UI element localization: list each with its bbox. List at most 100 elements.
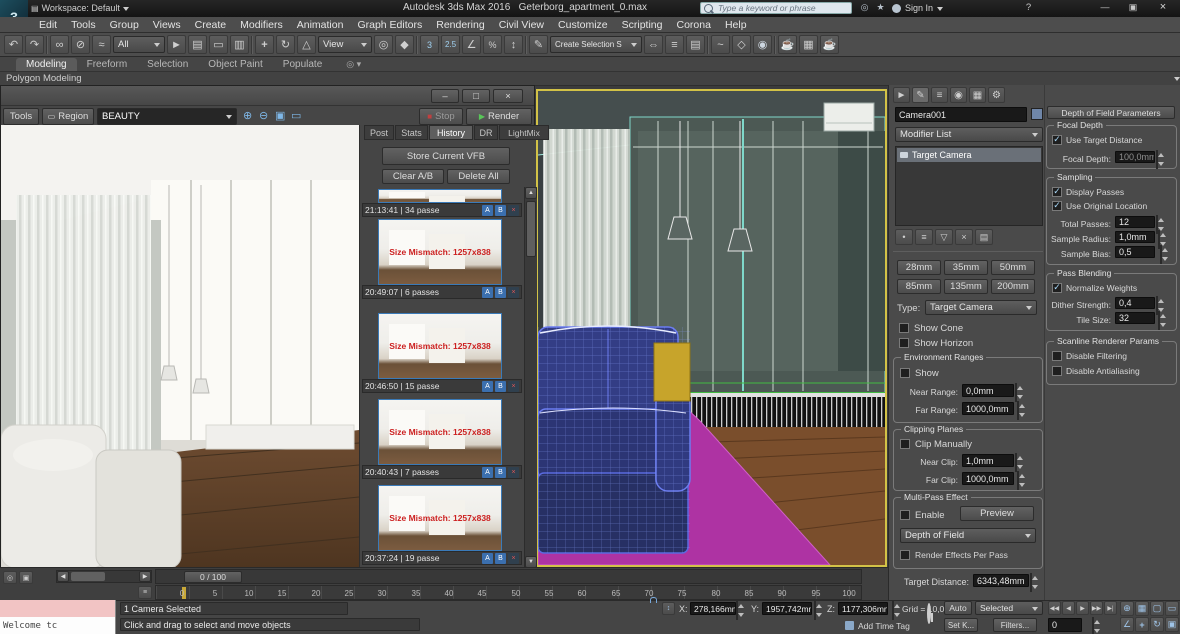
- ribbon-tab-freeform[interactable]: Freeform: [77, 58, 138, 71]
- auto-key-button[interactable]: Auto: [944, 601, 972, 615]
- normalize-weights-checkbox[interactable]: [1052, 283, 1062, 293]
- preview-button[interactable]: Preview: [960, 506, 1034, 521]
- select-and-rotate-icon[interactable]: ↻: [276, 35, 295, 54]
- time-slider-handle[interactable]: 0 / 100: [184, 571, 242, 583]
- vfb-tab-dr[interactable]: DR: [474, 125, 498, 140]
- near-range-spinner[interactable]: [1015, 383, 1017, 402]
- set-b-icon[interactable]: B: [495, 205, 506, 216]
- delete-all-button[interactable]: Delete All: [447, 169, 510, 184]
- ribbon-tab-selection[interactable]: Selection: [137, 58, 198, 71]
- play-animation-icon[interactable]: ▶: [1076, 601, 1089, 615]
- percent-snap-icon[interactable]: %: [483, 35, 502, 54]
- history-thumbnail[interactable]: Size Mismatch: 1257x838: [378, 399, 502, 465]
- show-cone-checkbox[interactable]: [899, 323, 909, 333]
- delete-history-icon[interactable]: ×: [508, 467, 519, 478]
- workspace-selector[interactable]: ▤ Workspace: Default: [31, 1, 129, 15]
- scrollbar-thumb[interactable]: [526, 201, 536, 257]
- set-b-icon[interactable]: B: [495, 381, 506, 392]
- snap-25d-icon[interactable]: 2.5: [441, 35, 460, 54]
- lens-85-button[interactable]: 85mm: [897, 279, 941, 294]
- use-original-location-checkbox[interactable]: [1052, 201, 1062, 211]
- zoom-region-icon[interactable]: ▭: [1165, 601, 1179, 616]
- scroll-right-icon[interactable]: ▶: [139, 571, 151, 582]
- select-and-link-icon[interactable]: ∞: [50, 35, 69, 54]
- remove-modifier-icon[interactable]: ×: [955, 229, 973, 245]
- disable-filtering-checkbox[interactable]: [1052, 351, 1062, 361]
- stack-item-target-camera[interactable]: Target Camera: [897, 148, 1041, 162]
- tile-size-spinner[interactable]: [1158, 311, 1160, 330]
- open-mini-curve-editor-icon[interactable]: ≡: [138, 586, 152, 599]
- far-range-spinner[interactable]: [1017, 401, 1019, 420]
- dither-strength-field[interactable]: 0,4: [1115, 297, 1155, 309]
- menu-civil-view[interactable]: Civil View: [492, 17, 551, 33]
- selection-lock-toggle-icon[interactable]: ▣: [19, 571, 33, 584]
- search-box[interactable]: [700, 2, 852, 14]
- history-thumbnail[interactable]: Size Mismatch: 1257x838: [378, 485, 502, 551]
- vfb-close-button[interactable]: ×: [493, 89, 523, 103]
- set-b-icon[interactable]: B: [495, 287, 506, 298]
- history-caption[interactable]: 20:46:50 | 15 passe A B ×: [362, 379, 522, 393]
- y-coord-field[interactable]: 1957,742mm: [762, 602, 812, 615]
- delete-history-icon[interactable]: ×: [508, 287, 519, 298]
- vfb-zoom-fit-icon[interactable]: ▭: [291, 109, 301, 122]
- modifier-stack[interactable]: Target Camera: [895, 146, 1043, 226]
- env-show-checkbox[interactable]: [900, 368, 910, 378]
- scroll-up-icon[interactable]: ▲: [525, 187, 537, 199]
- pin-stack-icon[interactable]: •: [895, 229, 913, 245]
- menu-scripting[interactable]: Scripting: [615, 17, 670, 33]
- z-coord-field[interactable]: 1177,306mm: [838, 602, 888, 615]
- far-range-field[interactable]: 1000,0mm: [962, 402, 1014, 415]
- select-by-name-icon[interactable]: ▤: [188, 35, 207, 54]
- sample-radius-field[interactable]: 1,0mm: [1115, 231, 1155, 243]
- render-per-pass-checkbox[interactable]: [900, 550, 910, 560]
- vfb-tab-post[interactable]: Post: [364, 125, 394, 140]
- vfb-zoom-100-icon[interactable]: ▣: [275, 109, 285, 122]
- lens-50-button[interactable]: 50mm: [991, 260, 1035, 275]
- ribbon-tab-modeling[interactable]: Modeling: [16, 58, 77, 71]
- time-slider-track[interactable]: 0 / 100: [155, 569, 862, 584]
- bind-to-spacewarp-icon[interactable]: ≈: [92, 35, 111, 54]
- focal-depth-field[interactable]: 100,0mm: [1115, 151, 1155, 163]
- configure-modifier-sets-icon[interactable]: ▤: [975, 229, 993, 245]
- help-icon[interactable]: ?: [1022, 2, 1035, 15]
- window-crossing-icon[interactable]: ▥: [230, 35, 249, 54]
- close-icon[interactable]: ×: [1156, 1, 1170, 15]
- make-unique-icon[interactable]: ▽: [935, 229, 953, 245]
- use-pivot-center-icon[interactable]: ◎: [374, 35, 393, 54]
- edit-named-selection-icon[interactable]: ✎: [529, 35, 548, 54]
- align-icon[interactable]: ≡: [665, 35, 684, 54]
- schematic-view-icon[interactable]: ◇: [732, 35, 751, 54]
- restore-icon[interactable]: ▣: [1126, 2, 1140, 15]
- object-color-swatch[interactable]: [1031, 108, 1043, 120]
- vfb-image-area[interactable]: [1, 125, 359, 568]
- show-horizon-checkbox[interactable]: [899, 338, 909, 348]
- selection-region-icon[interactable]: ▭: [209, 35, 228, 54]
- ribbon-section-bar[interactable]: Polygon Modeling: [0, 72, 1180, 86]
- tile-size-field[interactable]: 32: [1115, 312, 1155, 324]
- enable-checkbox[interactable]: [900, 510, 910, 520]
- scroll-left-icon[interactable]: ◀: [57, 571, 69, 582]
- history-scrollbar[interactable]: ▲ ▼: [524, 187, 537, 568]
- favorites-star-icon[interactable]: ★: [874, 2, 887, 15]
- menu-edit[interactable]: Edit: [32, 17, 64, 33]
- mini-scrollbar-thumb[interactable]: [71, 572, 105, 581]
- goto-end-icon[interactable]: ▶|: [1104, 601, 1117, 615]
- set-b-icon[interactable]: B: [495, 467, 506, 478]
- create-tab-icon[interactable]: ►: [893, 87, 910, 103]
- redo-icon[interactable]: ↷: [25, 35, 44, 54]
- current-frame-field[interactable]: 0: [1048, 618, 1082, 632]
- far-clip-field[interactable]: 1000,0mm: [962, 472, 1014, 485]
- display-passes-checkbox[interactable]: [1052, 187, 1062, 197]
- mini-scrollbar[interactable]: ◀ ▶: [56, 570, 152, 583]
- ribbon-options-icon[interactable]: ◎ ▾: [346, 59, 361, 71]
- maxscript-listener-pink[interactable]: [0, 600, 116, 617]
- store-vfb-button[interactable]: Store Current VFB: [382, 147, 510, 165]
- modifier-list-dropdown[interactable]: Modifier List: [895, 127, 1043, 142]
- vfb-tools-button[interactable]: Tools: [3, 108, 39, 125]
- near-range-field[interactable]: 0,0mm: [962, 384, 1014, 397]
- select-and-move-icon[interactable]: +: [255, 35, 274, 54]
- viewport[interactable]: [536, 89, 887, 567]
- history-thumbnail[interactable]: Size Mismatch: 1257x838: [378, 313, 502, 379]
- lens-28-button[interactable]: 28mm: [897, 260, 941, 275]
- motion-tab-icon[interactable]: ◉: [950, 87, 967, 103]
